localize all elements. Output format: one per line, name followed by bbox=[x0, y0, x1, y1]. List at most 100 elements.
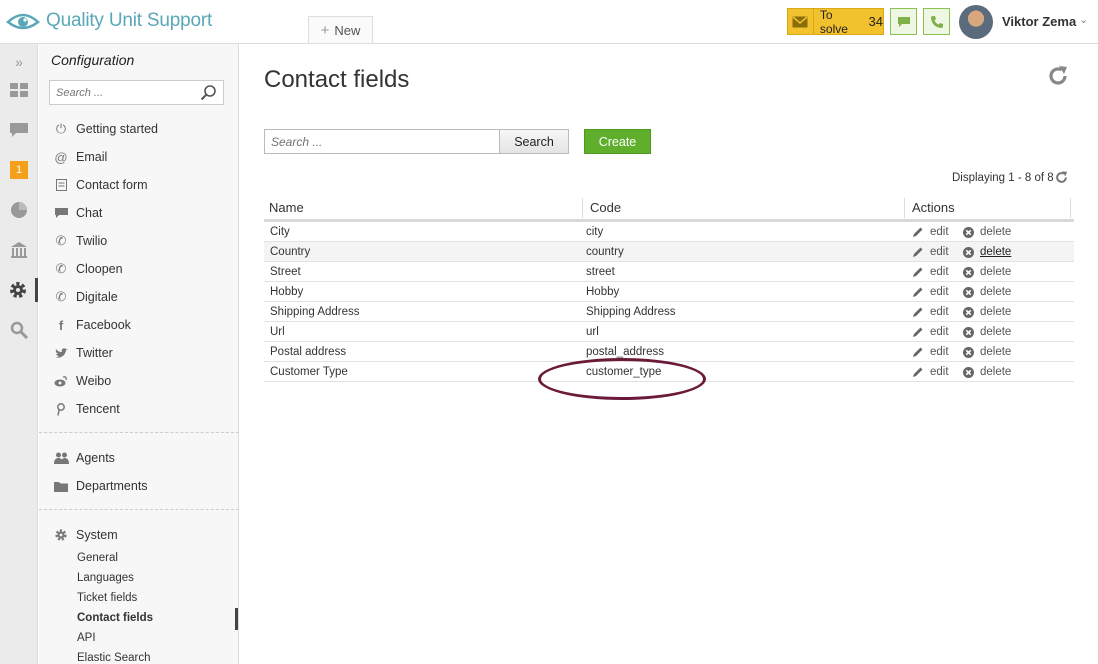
table-row[interactable]: Country country edit delete bbox=[264, 242, 1074, 262]
new-tab-button[interactable]: + New bbox=[308, 16, 373, 43]
rail-configuration[interactable] bbox=[0, 278, 38, 302]
sidebar-item-tencent[interactable]: Tencent bbox=[53, 399, 120, 419]
table-row[interactable]: Postal address postal_address edit delete bbox=[264, 342, 1074, 362]
refresh-icon[interactable] bbox=[1054, 170, 1069, 185]
folder-icon bbox=[53, 478, 69, 494]
facebook-icon: f bbox=[58, 317, 64, 333]
delete-action[interactable]: delete bbox=[963, 346, 1011, 358]
edit-action[interactable]: edit bbox=[912, 246, 949, 258]
pencil-icon bbox=[912, 366, 924, 378]
plus-icon: + bbox=[320, 21, 330, 39]
table-row[interactable]: Shipping Address Shipping Address edit dele… bbox=[264, 302, 1074, 322]
create-button[interactable]: Create bbox=[584, 129, 651, 154]
edit-label: edit bbox=[930, 266, 949, 278]
expand-menu-button[interactable]: » bbox=[0, 50, 38, 74]
sidebar-item-weibo[interactable]: Weibo bbox=[53, 371, 111, 391]
edit-action[interactable]: edit bbox=[912, 326, 949, 338]
edit-action[interactable]: edit bbox=[912, 346, 949, 358]
table-row[interactable]: Street street edit delete bbox=[264, 262, 1074, 282]
chat-icon bbox=[53, 205, 69, 221]
sidebar-item-digitale[interactable]: ✆ Digitale bbox=[53, 287, 118, 307]
table-row[interactable]: City city edit delete bbox=[264, 222, 1074, 242]
sidebar-item-facebook[interactable]: f Facebook bbox=[53, 315, 131, 335]
cell-name: Street bbox=[270, 266, 301, 278]
table-row[interactable]: Url url edit delete bbox=[264, 322, 1074, 342]
rail-knowledgebase[interactable] bbox=[0, 238, 38, 262]
logo-text: Quality Unit Support bbox=[46, 10, 213, 31]
delete-action[interactable]: delete bbox=[963, 286, 1011, 298]
search-input[interactable] bbox=[265, 130, 495, 153]
sidebar-subitem-general[interactable]: General bbox=[77, 552, 118, 564]
sidebar-item-twilio[interactable]: ✆ Twilio bbox=[53, 231, 108, 251]
rail-notifications[interactable]: 1 bbox=[0, 158, 38, 182]
edit-action[interactable]: edit bbox=[912, 366, 949, 378]
sidebar-divider bbox=[39, 432, 239, 433]
avatar[interactable] bbox=[959, 5, 993, 39]
sidebar-item-cloopen[interactable]: ✆ Cloopen bbox=[53, 259, 123, 279]
tencent-icon bbox=[53, 401, 69, 417]
logo[interactable]: Quality Unit Support bbox=[6, 8, 212, 34]
close-icon bbox=[963, 286, 974, 298]
sidebar-subitem-contact-fields[interactable]: Contact fields bbox=[77, 612, 153, 624]
envelope-icon bbox=[788, 9, 814, 34]
at-icon: @ bbox=[54, 149, 68, 165]
delete-action[interactable]: delete bbox=[963, 246, 1011, 258]
chevron-down-icon[interactable]: ⌄ bbox=[1079, 13, 1088, 26]
weibo-icon bbox=[53, 373, 69, 389]
delete-action[interactable]: delete bbox=[963, 306, 1011, 318]
edit-action[interactable]: edit bbox=[912, 266, 949, 278]
sidebar-search bbox=[49, 80, 224, 105]
edit-action[interactable]: edit bbox=[912, 226, 949, 238]
sidebar-item-label: Agents bbox=[76, 451, 115, 465]
sidebar-item-label: Contact form bbox=[76, 178, 148, 192]
sidebar-item-agents[interactable]: Agents bbox=[53, 448, 115, 468]
delete-action[interactable]: delete bbox=[963, 266, 1011, 278]
sidebar-subitem-elastic-search[interactable]: Elastic Search bbox=[77, 652, 151, 664]
table-row[interactable]: Hobby Hobby edit delete bbox=[264, 282, 1074, 302]
phone-status-button[interactable] bbox=[923, 8, 950, 35]
sidebar-item-getting-started[interactable]: ⏻ Getting started bbox=[53, 119, 158, 139]
cell-name: Postal address bbox=[270, 346, 347, 358]
sidebar-search-input[interactable] bbox=[50, 81, 190, 104]
edit-label: edit bbox=[930, 366, 949, 378]
sidebar-item-chat[interactable]: Chat bbox=[53, 203, 102, 223]
sidebar-item-label: Twitter bbox=[76, 346, 113, 360]
delete-action[interactable]: delete bbox=[963, 366, 1011, 378]
chat-status-button[interactable] bbox=[890, 8, 917, 35]
chat-icon bbox=[897, 16, 910, 27]
delete-action[interactable]: delete bbox=[963, 226, 1011, 238]
sidebar-item-label: Getting started bbox=[76, 122, 158, 136]
sidebar-item-twitter[interactable]: Twitter bbox=[53, 343, 113, 363]
sidebar-item-system[interactable]: System bbox=[53, 525, 118, 545]
edit-action[interactable]: edit bbox=[912, 306, 949, 318]
sidebar-item-email[interactable]: @ Email bbox=[53, 147, 107, 167]
cell-code: url bbox=[586, 326, 599, 338]
new-tab-label: New bbox=[334, 22, 361, 38]
to-solve-count: 34 bbox=[868, 14, 883, 29]
search-button[interactable]: Search bbox=[499, 129, 569, 154]
pencil-icon bbox=[912, 346, 924, 358]
cell-name: Country bbox=[270, 246, 311, 258]
rail-dashboard[interactable] bbox=[0, 78, 38, 102]
sidebar-subitem-languages[interactable]: Languages bbox=[77, 572, 134, 584]
to-solve-button[interactable]: To solve 34 bbox=[787, 8, 884, 36]
sidebar-item-departments[interactable]: Departments bbox=[53, 476, 148, 496]
rail-conversations[interactable] bbox=[0, 118, 38, 142]
refresh-icon[interactable] bbox=[1046, 64, 1070, 88]
user-name[interactable]: Viktor Zema bbox=[1002, 14, 1076, 29]
column-header-name[interactable]: Name bbox=[269, 200, 304, 215]
column-divider bbox=[904, 198, 905, 218]
delete-action[interactable]: delete bbox=[963, 326, 1011, 338]
sidebar-subitem-ticket-fields[interactable]: Ticket fields bbox=[77, 592, 137, 604]
rail-reports[interactable] bbox=[0, 198, 38, 222]
column-header-code[interactable]: Code bbox=[590, 200, 621, 215]
search-icon[interactable] bbox=[200, 84, 217, 101]
sidebar-subitem-api[interactable]: API bbox=[77, 632, 96, 644]
edit-action[interactable]: edit bbox=[912, 286, 949, 298]
delete-label: delete bbox=[980, 286, 1012, 298]
table-row[interactable]: Customer Type customer_type edit delete bbox=[264, 362, 1074, 382]
close-icon bbox=[963, 346, 974, 358]
rail-search[interactable] bbox=[0, 318, 38, 342]
sidebar-item-contact-form[interactable]: Contact form bbox=[53, 175, 148, 195]
eye-logo-icon bbox=[6, 13, 40, 30]
